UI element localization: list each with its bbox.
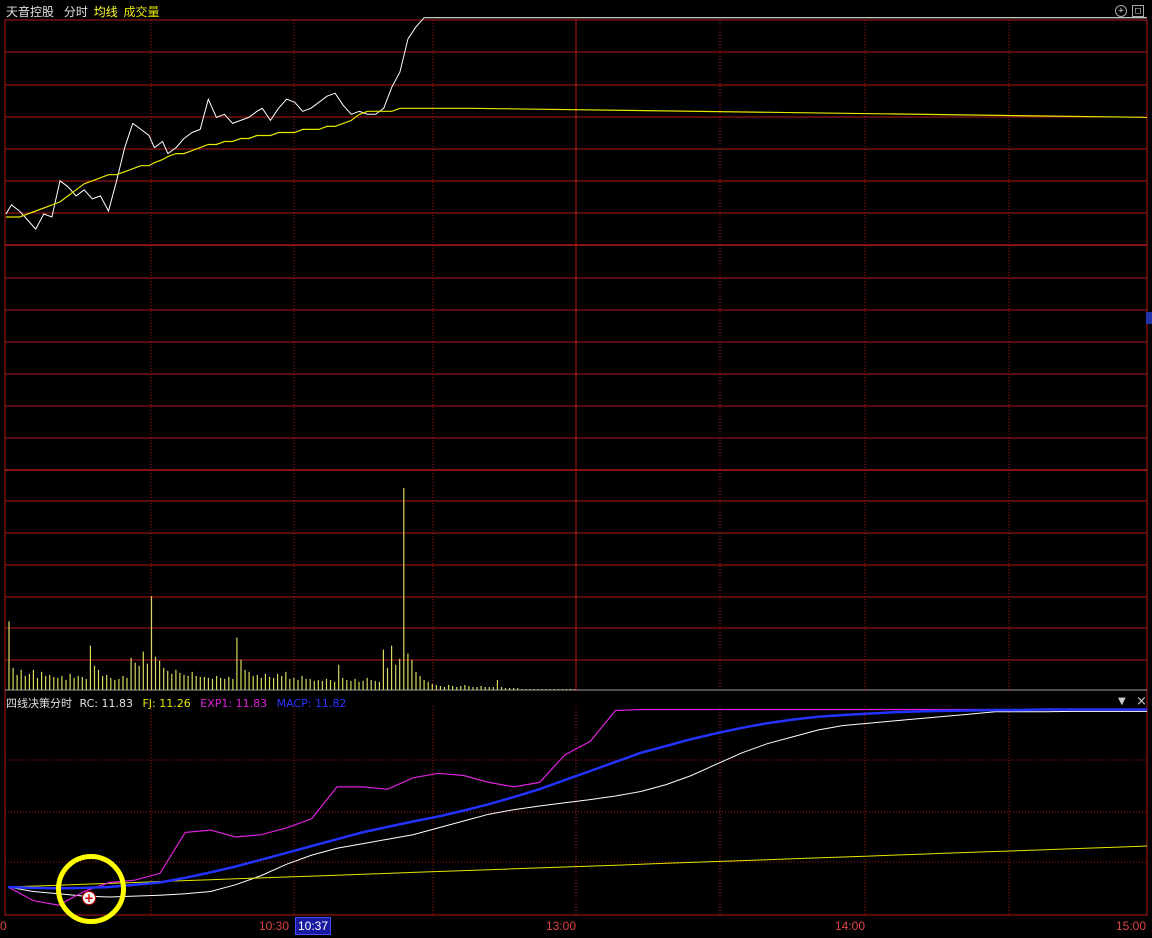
time-label-1300: 13:00 <box>546 919 577 933</box>
time-label-1030: 10:30 <box>259 919 290 933</box>
window-icon[interactable]: □ <box>1132 5 1144 17</box>
macp-label: MACP: <box>276 697 312 710</box>
indicator-line-rc <box>7 710 1147 898</box>
indicator-panel[interactable] <box>7 708 1148 906</box>
signal-highlight-ring <box>56 854 126 924</box>
rc-label: RC: <box>79 697 98 710</box>
expand-icon[interactable]: + <box>1115 5 1127 17</box>
avg-line-tail <box>469 107 1148 118</box>
indicator-line-macp <box>7 708 1147 890</box>
chevron-down-icon[interactable]: ▼ <box>1118 696 1126 707</box>
fj-value: 11.26 <box>159 697 191 710</box>
avg-line-label[interactable]: 均线 <box>94 5 118 19</box>
indicator-line-fj <box>7 845 1148 888</box>
stock-name[interactable]: 天音控股 <box>6 5 54 19</box>
volume-label[interactable]: 成交量 <box>124 5 160 19</box>
rc-value: 11.83 <box>101 697 133 710</box>
exp1-label: EXP1: <box>200 697 233 710</box>
indicator-header: 四线决策分时 RC: 11.83 FJ: 11.26 EXP1: 11.83 M… <box>6 695 346 711</box>
time-label-1500: 15:00 <box>1116 919 1147 933</box>
time-label-1400: 14:00 <box>835 919 866 933</box>
macp-value: 11.82 <box>314 697 347 710</box>
close-icon[interactable]: × <box>1136 694 1147 709</box>
chart-header: 天音控股 分时 均线 成交量 <box>6 3 160 20</box>
intraday-chart[interactable] <box>0 0 1152 938</box>
chart-grid <box>4 19 1148 916</box>
time-label-start: 0 <box>0 919 7 933</box>
price-line <box>5 17 470 230</box>
avg-line <box>6 107 470 218</box>
mode-label[interactable]: 分时 <box>64 5 88 19</box>
indicator-name[interactable]: 四线决策分时 <box>6 697 72 710</box>
plus-circle-icon[interactable]: + <box>82 891 96 905</box>
fj-label: FJ: <box>142 697 156 710</box>
cursor-time-label[interactable]: 10:37 <box>295 917 332 935</box>
exp1-value: 11.83 <box>235 697 268 710</box>
right-edge-marker <box>1146 312 1152 324</box>
indicator-line-exp1 <box>7 708 1147 906</box>
